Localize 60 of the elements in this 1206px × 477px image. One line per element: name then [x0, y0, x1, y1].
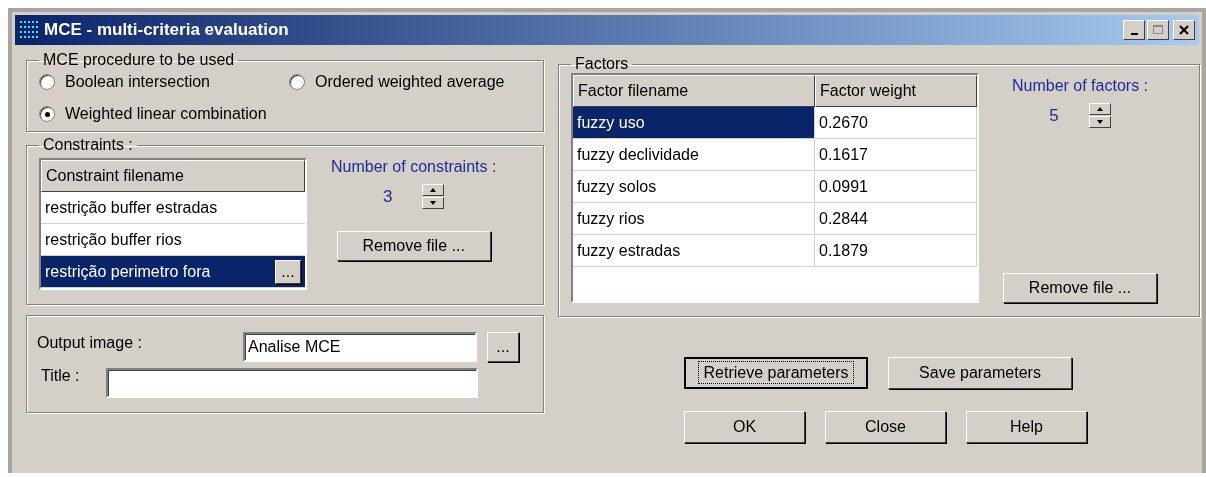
table-row[interactable]: restrição perimetro fora ...	[41, 256, 305, 288]
column-header: Constraint filename	[41, 160, 305, 192]
column-header: Factor weight	[815, 75, 977, 107]
count-label: Number of factors :	[1011, 77, 1148, 95]
browse-button[interactable]: ...	[487, 332, 519, 362]
table-cell[interactable]: fuzzy declividade	[573, 139, 815, 171]
column-header: Factor filename	[573, 75, 815, 107]
browse-button[interactable]: ...	[275, 259, 301, 284]
down-triangle-icon	[1096, 120, 1103, 124]
group-title: Factors	[574, 55, 630, 73]
spin-up-button[interactable]	[1088, 103, 1111, 115]
maximize-button[interactable]	[1147, 20, 1169, 40]
maximize-icon	[1152, 24, 1164, 36]
close-icon	[1178, 24, 1190, 36]
table-cell[interactable]: fuzzy solos	[573, 171, 815, 203]
remove-file-button[interactable]: Remove file ...	[1003, 273, 1157, 303]
dialog-button[interactable]: Help	[966, 411, 1087, 443]
window-title: MCE - multi-criteria evaluation	[44, 20, 290, 40]
output-image-field[interactable]: Analise MCE	[243, 332, 477, 362]
count-value: 3	[382, 186, 393, 207]
table-cell: 0.2670	[815, 107, 977, 139]
spin-down-button[interactable]	[422, 197, 445, 209]
group-title: Constraints :	[42, 136, 134, 154]
table-cell: 0.2844	[815, 203, 977, 235]
up-triangle-icon	[430, 188, 437, 192]
table-cell-text: restrição perimetro fora	[45, 262, 211, 281]
radio-button[interactable]	[39, 74, 55, 90]
output-image-label: Output image :	[37, 334, 143, 352]
count-label: Number of constraints :	[331, 158, 497, 176]
radio-label: Weighted linear combination	[65, 105, 267, 123]
table-cell-text: restrição buffer estradas	[45, 198, 218, 217]
title-label: Title :	[40, 367, 81, 385]
table-cell-text: restrição buffer rios	[45, 230, 182, 249]
radio-button[interactable]	[39, 106, 55, 122]
table-cell[interactable]: fuzzy uso	[573, 107, 815, 139]
table-cell: 0.1617	[815, 139, 977, 171]
parameters-button[interactable]: Save parameters	[888, 357, 1072, 389]
minimize-icon	[1130, 33, 1138, 35]
title-field[interactable]	[106, 368, 478, 398]
close-button[interactable]	[1173, 20, 1195, 40]
spin-down-button[interactable]	[1088, 116, 1111, 128]
table-row[interactable]: restrição buffer estradas	[41, 192, 305, 224]
remove-file-button[interactable]: Remove file ...	[336, 231, 491, 261]
radio-label: Boolean intersection	[65, 73, 210, 91]
minimize-button[interactable]	[1123, 20, 1145, 40]
count-value: 5	[1049, 105, 1059, 126]
table-cell[interactable]: fuzzy rios	[573, 203, 815, 235]
radio-label: Ordered weighted average	[315, 73, 505, 91]
table-cell: 0.1879	[815, 235, 977, 267]
group-title: MCE procedure to be used	[42, 51, 236, 69]
dot-grid-icon	[19, 20, 41, 40]
up-triangle-icon	[1096, 107, 1103, 111]
spin-up-button[interactable]	[422, 184, 445, 196]
parameters-button[interactable]: Retrieve parameters	[684, 357, 868, 389]
dialog-button[interactable]: OK	[684, 411, 805, 443]
table-cell: 0.0991	[815, 171, 977, 203]
down-triangle-icon	[430, 201, 437, 205]
table-cell[interactable]: fuzzy estradas	[573, 235, 815, 267]
dialog-button[interactable]: Close	[825, 411, 946, 443]
radio-button[interactable]	[289, 74, 305, 90]
